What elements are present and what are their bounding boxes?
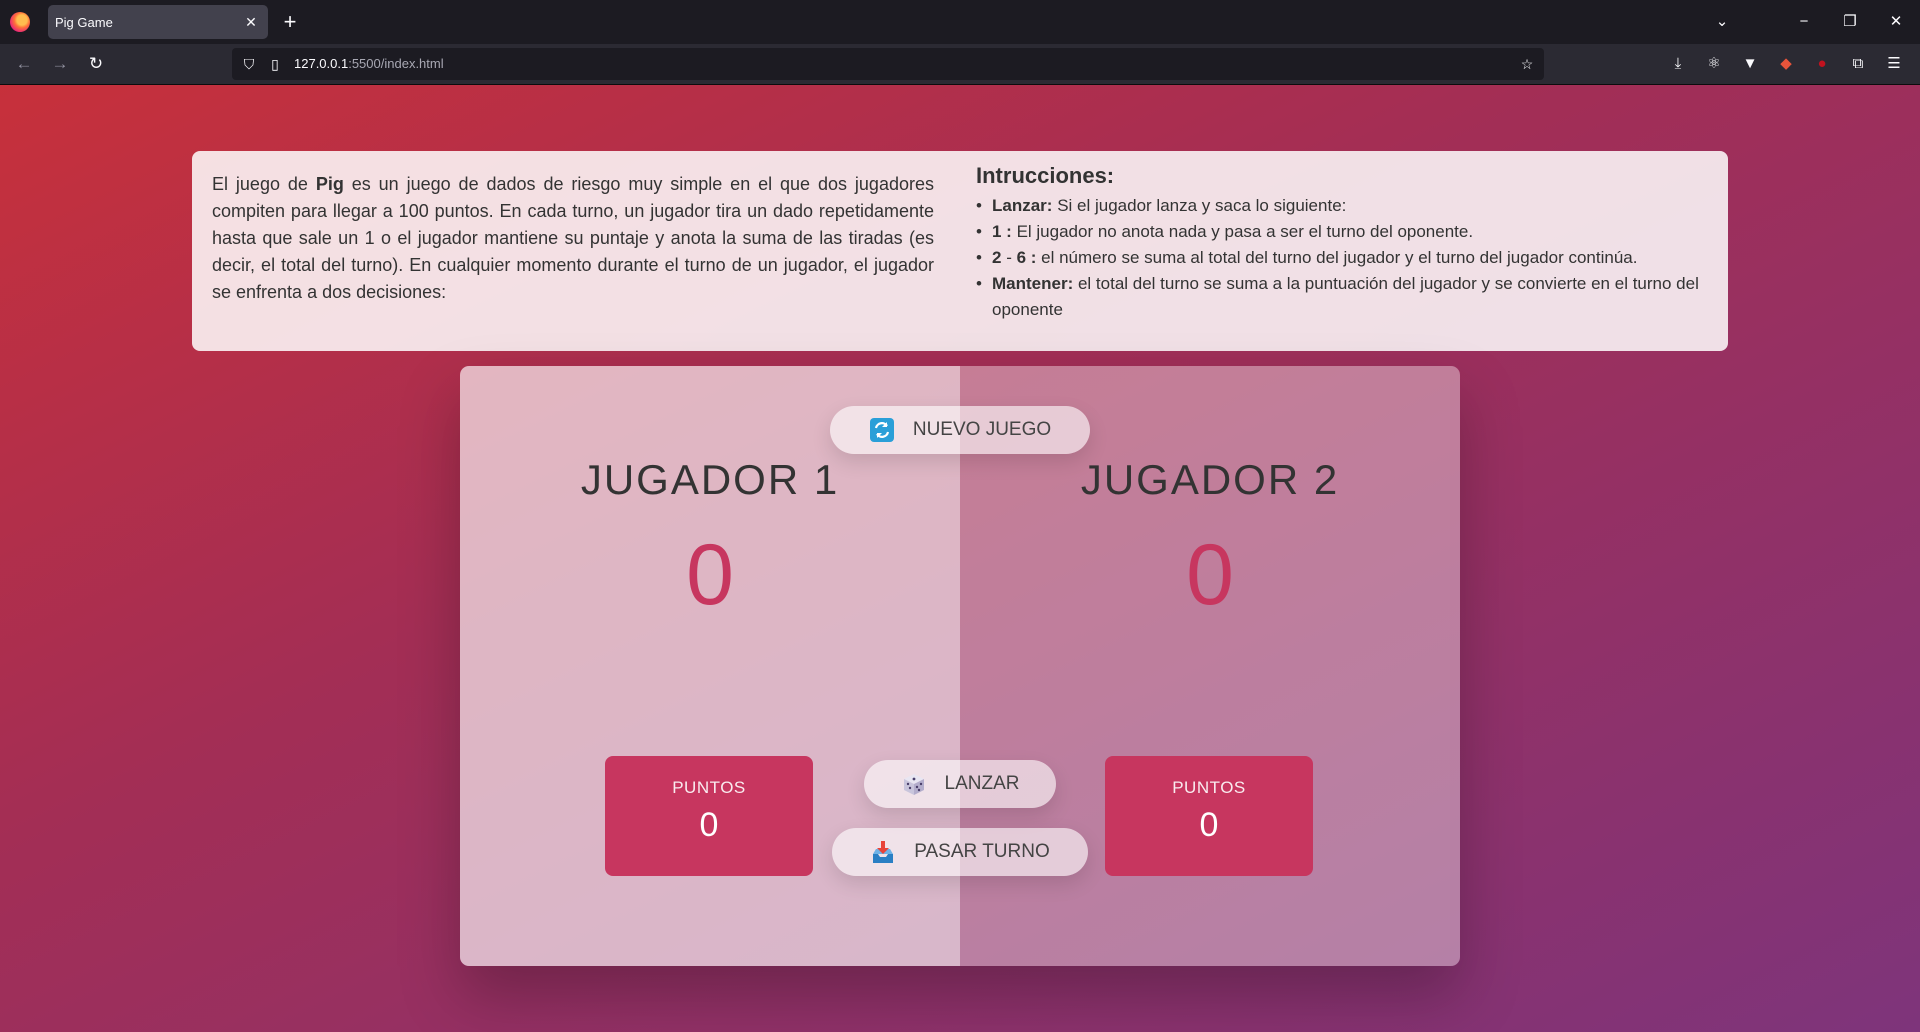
firefox-icon[interactable] xyxy=(10,12,30,32)
extension-icon[interactable]: ◆ xyxy=(1774,52,1798,76)
forward-icon[interactable]: → xyxy=(48,52,72,76)
rule-item: 1 : El jugador no anota nada y pasa a se… xyxy=(976,219,1708,245)
list-tabs-icon[interactable]: ⌄ xyxy=(1710,10,1734,34)
player-1-panel: JUGADOR 1 0 PUNTOS 0 xyxy=(460,366,960,966)
rule-item: 2 - 6 : el número se suma al total del t… xyxy=(976,245,1708,271)
extensions-icon[interactable]: ⧉ xyxy=(1846,52,1870,76)
hold-button[interactable]: PASAR TURNO xyxy=(832,828,1088,876)
rules-section: Intrucciones: Lanzar: Si el jugador lanz… xyxy=(976,161,1708,323)
downloads-icon[interactable]: ⤓ xyxy=(1666,52,1690,76)
reload-icon[interactable]: ↻ xyxy=(84,52,108,76)
new-game-label: NUEVO JUEGO xyxy=(912,419,1052,440)
shield-icon[interactable]: ⛉ xyxy=(240,55,258,73)
new-tab-icon[interactable]: + xyxy=(278,10,302,34)
player-1-score: 0 xyxy=(686,527,734,623)
player-1-current-box: PUNTOS 0 xyxy=(605,756,813,876)
react-devtools-icon[interactable]: ⚛ xyxy=(1702,52,1726,76)
ublock-icon[interactable]: ● xyxy=(1810,52,1834,76)
browser-tab-bar: Pig Game ✕ + ⌄ − ❐ ✕ xyxy=(0,0,1920,44)
page-viewport: El juego de Pig es un juego de dados de … xyxy=(0,85,1920,1032)
bookmark-star-icon[interactable]: ☆ xyxy=(1518,55,1536,73)
player-1-current-score: 0 xyxy=(699,806,719,844)
roll-dice-button[interactable]: LANZAR xyxy=(864,760,1056,808)
tab-pig-game[interactable]: Pig Game ✕ xyxy=(48,5,268,39)
rule-item: Mantener: el total del turno se suma a l… xyxy=(976,271,1708,323)
menu-icon[interactable]: ☰ xyxy=(1882,52,1906,76)
new-game-button[interactable]: NUEVO JUEGO xyxy=(830,406,1090,454)
vue-devtools-icon[interactable]: ▼ xyxy=(1738,52,1762,76)
player-2-score: 0 xyxy=(1186,527,1234,623)
intro-text: El juego de Pig es un juego de dados de … xyxy=(212,174,934,302)
dice-icon xyxy=(903,774,924,795)
url-text[interactable]: 127.0.0.1:5500/index.html xyxy=(294,56,444,71)
page-icon[interactable]: ▯ xyxy=(266,55,284,73)
player-2-current-score: 0 xyxy=(1199,806,1219,844)
player-2-current-box: PUNTOS 0 xyxy=(1105,756,1313,876)
hold-label: PASAR TURNO xyxy=(914,841,1050,862)
rule-item: Lanzar: Si el jugador lanza y saca lo si… xyxy=(976,193,1708,219)
roll-label: LANZAR xyxy=(944,773,1020,794)
player-1-current-label: PUNTOS xyxy=(672,778,746,797)
refresh-icon xyxy=(869,418,894,442)
minimize-icon[interactable]: − xyxy=(1792,10,1816,34)
url-bar[interactable]: ⛉ ▯ 127.0.0.1:5500/index.html ☆ xyxy=(232,48,1544,80)
player-2-current-label: PUNTOS xyxy=(1172,778,1246,797)
inbox-tray-icon xyxy=(873,841,894,863)
player-2-panel: JUGADOR 2 0 PUNTOS 0 xyxy=(960,366,1460,966)
back-icon[interactable]: ← xyxy=(12,52,36,76)
browser-nav-bar: ← → ↻ ⛉ ▯ 127.0.0.1:5500/index.html ☆ ⤓ … xyxy=(0,44,1920,85)
rules-list: Lanzar: Si el jugador lanza y saca lo si… xyxy=(976,193,1708,323)
close-tab-icon[interactable]: ✕ xyxy=(242,13,260,31)
instructions-panel: El juego de Pig es un juego de dados de … xyxy=(192,151,1728,351)
game-board: JUGADOR 1 0 PUNTOS 0 JUGADOR 2 0 PUNTOS … xyxy=(460,366,1460,966)
restore-icon[interactable]: ❐ xyxy=(1838,10,1862,34)
player-1-name: JUGADOR 1 xyxy=(580,456,840,503)
player-2-name: JUGADOR 2 xyxy=(1080,456,1340,503)
tab-title: Pig Game xyxy=(55,14,113,30)
close-window-icon[interactable]: ✕ xyxy=(1884,10,1908,34)
rules-title: Intrucciones: xyxy=(976,163,1115,188)
